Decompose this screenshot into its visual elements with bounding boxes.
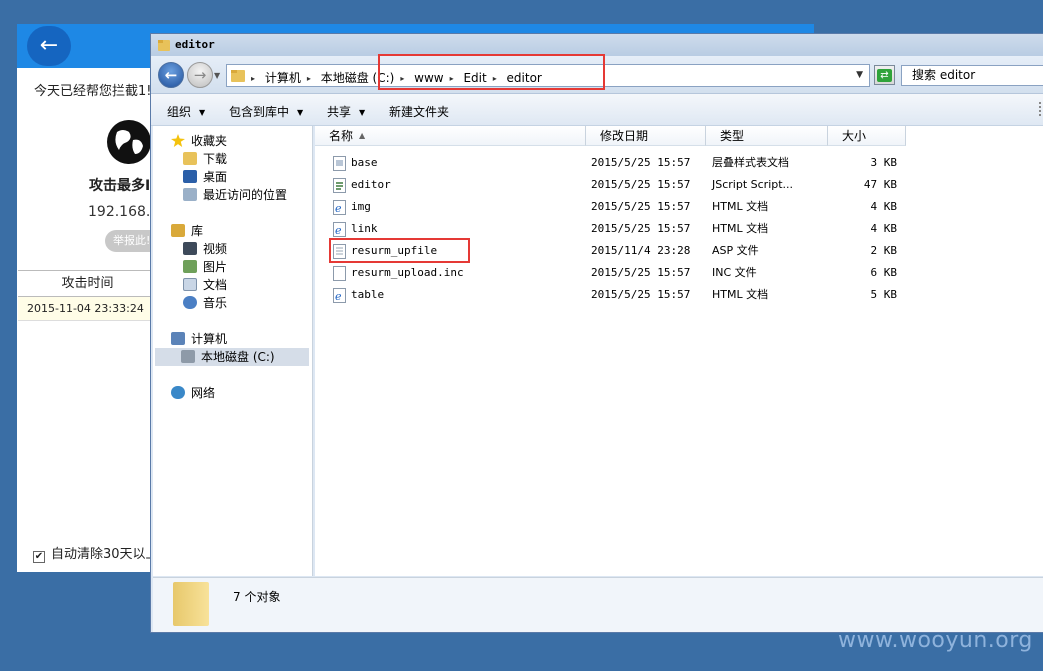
file-row[interactable]: e table 2015/5/25 15:57 HTML 文档 5 KB — [315, 284, 915, 306]
file-row[interactable]: base 2015/5/25 15:57 层叠样式表文档 3 KB — [315, 152, 915, 174]
column-header-name[interactable]: 名称 ▲ — [315, 126, 586, 146]
nav-favorites[interactable]: 收藏夹 — [171, 132, 227, 150]
jscript-file-icon — [333, 178, 346, 193]
computer-icon — [171, 332, 185, 345]
video-icon — [183, 242, 197, 255]
attack-table: 攻击时间 2015-11-04 23:33:24 — [18, 270, 158, 321]
organize-button[interactable]: 组织 ▼ — [167, 103, 205, 120]
chevron-down-icon: ▼ — [359, 108, 366, 117]
watermark: www.wooyun.org — [838, 628, 1033, 653]
music-icon — [183, 296, 197, 309]
search-input[interactable]: 搜索 editor — [901, 65, 1043, 86]
folder-icon — [158, 40, 170, 51]
pictures-icon — [183, 260, 197, 273]
nav-computer[interactable]: 计算机 — [171, 330, 227, 348]
nav-network[interactable]: 网络 — [171, 384, 215, 402]
nav-documents[interactable]: 文档 — [183, 276, 227, 294]
nav-music[interactable]: 音乐 — [183, 294, 227, 312]
explorer-window: editor ← → ▼ ▸ 计算机 ▸ 本地磁盘 (C:) ▸ www ▸ Edit… — [150, 33, 1043, 633]
file-row[interactable]: resurm_upload.inc 2015/5/25 15:57 INC 文件 6 … — [315, 262, 915, 284]
item-count: 7 个对象 — [233, 590, 281, 604]
attack-title: 攻击最多I — [89, 178, 151, 194]
crumb-computer[interactable]: 计算机 — [265, 71, 301, 85]
chevron-down-icon: ▼ — [199, 108, 206, 117]
include-library-button[interactable]: 包含到库中 ▼ — [229, 103, 303, 120]
refresh-icon: ⇄ — [877, 69, 892, 82]
recent-places-icon — [183, 188, 197, 201]
nav-libraries[interactable]: 库 — [171, 222, 203, 240]
network-icon — [171, 386, 185, 399]
column-header-date[interactable]: 修改日期 — [586, 126, 706, 146]
column-header-type[interactable]: 类型 — [706, 126, 828, 146]
css-file-icon — [333, 156, 346, 171]
html-file-icon: e — [333, 222, 346, 237]
command-bar: 组织 ▼ 包含到库中 ▼ 共享 ▼ 新建文件夹 — [151, 94, 1043, 126]
share-button[interactable]: 共享 ▼ — [327, 103, 365, 120]
chevron-right-icon[interactable]: ▸ — [307, 74, 311, 83]
nav-videos[interactable]: 视频 — [183, 240, 227, 258]
folder-icon — [231, 70, 245, 82]
svg-text:e: e — [335, 290, 342, 303]
new-folder-button[interactable]: 新建文件夹 — [389, 103, 449, 120]
column-header-size[interactable]: 大小 — [828, 126, 906, 146]
downloads-folder-icon — [183, 152, 197, 165]
toolbar-overflow-icon[interactable] — [1039, 102, 1043, 116]
nav-pictures[interactable]: 图片 — [183, 258, 227, 276]
auto-clear-label: 自动清除30天以上 — [51, 547, 159, 562]
title-bar[interactable]: editor — [151, 34, 1043, 56]
auto-clear-option[interactable]: ✔ 自动清除30天以上 — [33, 543, 159, 563]
inc-file-icon — [333, 266, 346, 281]
file-list: 名称 ▲ 修改日期 类型 大小 base 2015/5/25 15:57 层叠样式表文… — [315, 126, 1043, 576]
hard-drive-icon — [181, 350, 195, 363]
library-icon — [171, 224, 185, 237]
folder-icon — [173, 582, 209, 626]
nav-downloads[interactable]: 下载 — [183, 150, 227, 168]
details-pane: 7 个对象 — [153, 577, 1043, 632]
nav-local-disk[interactable]: 本地磁盘 (C:) — [155, 348, 309, 366]
intercept-notice: 今天已经帮您拦截1! — [34, 84, 152, 99]
svg-text:e: e — [335, 224, 342, 237]
window-title: editor — [175, 38, 215, 51]
sort-ascending-icon: ▲ — [359, 131, 366, 140]
file-row[interactable]: e img 2015/5/25 15:57 HTML 文档 4 KB — [315, 196, 915, 218]
documents-icon — [183, 278, 197, 291]
address-dropdown-icon[interactable]: ▼ — [856, 70, 863, 80]
attacker-ip: 192.168.2 — [88, 204, 160, 220]
nav-desktop[interactable]: 桌面 — [183, 168, 227, 186]
nav-recent[interactable]: 最近访问的位置 — [183, 186, 287, 204]
file-highlight-box — [329, 238, 470, 263]
svg-text:e: e — [335, 202, 342, 215]
back-nav-button[interactable]: ← — [158, 62, 184, 88]
html-file-icon: e — [333, 200, 346, 215]
chevron-right-icon[interactable]: ▸ — [251, 74, 255, 83]
desktop-icon — [183, 170, 197, 183]
html-file-icon: e — [333, 288, 346, 303]
file-row[interactable]: e link 2015/5/25 15:57 HTML 文档 4 KB — [315, 218, 915, 240]
refresh-button[interactable]: ⇄ — [874, 65, 895, 85]
auto-clear-checkbox[interactable]: ✔ — [33, 551, 45, 563]
navigation-pane: 收藏夹 下载 桌面 最近访问的位置 库 视频 图片 文档 音乐 计算机 本地磁盘… — [153, 126, 313, 576]
history-dropdown-icon[interactable]: ▼ — [214, 71, 220, 80]
table-header-time: 攻击时间 — [18, 271, 158, 297]
forward-nav-button[interactable]: → — [187, 62, 213, 88]
back-button[interactable]: ← — [27, 26, 71, 66]
address-highlight-box — [378, 54, 605, 90]
globe-icon — [107, 120, 151, 164]
table-row[interactable]: 2015-11-04 23:33:24 — [18, 297, 158, 321]
file-row[interactable]: editor 2015/5/25 15:57 JScript Script... 47… — [315, 174, 915, 196]
chevron-down-icon: ▼ — [297, 108, 304, 117]
star-icon — [171, 134, 185, 147]
